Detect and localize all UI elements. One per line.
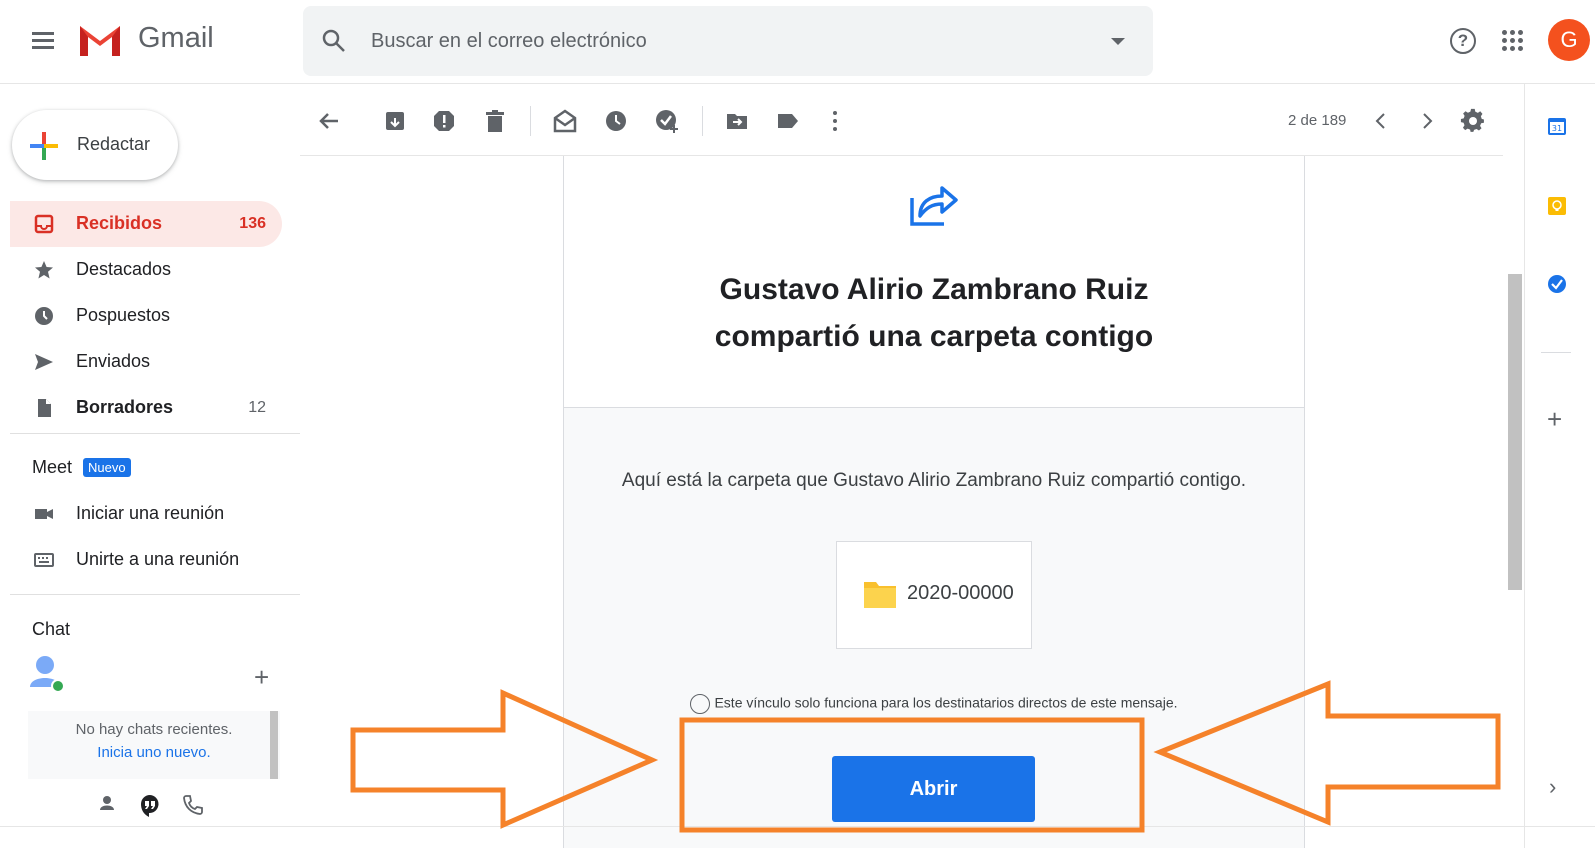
compose-label: Redactar bbox=[77, 134, 151, 154]
report-spam-icon[interactable] bbox=[431, 108, 457, 134]
note-text: Este vínculo solo funciona para los dest… bbox=[714, 694, 1178, 711]
search-icon[interactable] bbox=[321, 28, 347, 54]
sidebar-item-drafts[interactable]: Borradores 12 bbox=[10, 385, 282, 431]
mark-unread-icon[interactable] bbox=[552, 108, 578, 134]
chat-scrollbar[interactable] bbox=[270, 711, 278, 779]
link-restriction-note: Este vínculo solo funciona para los dest… bbox=[564, 694, 1304, 714]
keep-bulb-icon[interactable] bbox=[1547, 196, 1567, 216]
compose-button[interactable]: Redactar bbox=[12, 110, 178, 180]
sidebar-item-snoozed[interactable]: Pospuestos bbox=[10, 293, 282, 339]
inbox-unread-count: 136 bbox=[239, 215, 266, 232]
sidebar-item-label: Pospuestos bbox=[76, 305, 171, 325]
meet-start-label: Iniciar una reunión bbox=[76, 503, 225, 523]
label-icon[interactable] bbox=[775, 108, 801, 134]
bottom-divider bbox=[0, 826, 1595, 827]
addons-divider bbox=[1541, 352, 1571, 353]
top-bar: Gmail Buscar en el correo electrónico ? … bbox=[0, 0, 1595, 84]
search-bar[interactable]: Buscar en el correo electrónico bbox=[303, 6, 1153, 76]
drafts-count: 12 bbox=[248, 399, 266, 416]
send-icon bbox=[35, 354, 53, 370]
chat-tabs bbox=[92, 790, 212, 824]
help-icon[interactable]: ? bbox=[1450, 28, 1476, 54]
add-to-tasks-icon[interactable] bbox=[654, 108, 680, 134]
account-avatar[interactable]: G bbox=[1548, 19, 1590, 61]
sidebar-item-starred[interactable]: Destacados bbox=[10, 247, 282, 293]
main-menu-icon[interactable] bbox=[30, 28, 56, 54]
meet-start-meeting[interactable]: Iniciar una reunión bbox=[10, 491, 282, 537]
video-camera-icon bbox=[35, 509, 53, 519]
draft-file-icon bbox=[38, 399, 51, 417]
chat-start-new-link[interactable]: Inicia uno nuevo. bbox=[28, 744, 280, 761]
chat-empty-text: No hay chats recientes. bbox=[75, 721, 233, 738]
search-options-chevron-down-icon[interactable] bbox=[1111, 38, 1125, 45]
move-to-icon[interactable] bbox=[724, 108, 750, 134]
back-arrow-icon[interactable] bbox=[316, 108, 342, 134]
share-folder-icon bbox=[910, 186, 958, 226]
people-group-icon bbox=[690, 694, 711, 714]
sidebar-item-label: Recibidos bbox=[76, 213, 163, 233]
sidebar-divider bbox=[10, 594, 300, 595]
compose-plus-icon bbox=[30, 132, 58, 160]
sidebar-item-label: Enviados bbox=[76, 351, 151, 371]
toolbar-divider bbox=[702, 106, 703, 136]
headline-line2: compartió una carpeta contigo bbox=[714, 320, 1154, 353]
phone-icon[interactable] bbox=[178, 790, 208, 820]
chat-add-button[interactable]: + bbox=[254, 662, 269, 693]
inbox-icon bbox=[34, 214, 54, 234]
email-headline: Gustavo Alirio Zambrano Ruiz compartió u… bbox=[564, 266, 1304, 360]
addons-panel: 31 + › bbox=[1524, 84, 1595, 848]
clock-icon bbox=[35, 307, 53, 325]
keyboard-icon bbox=[34, 553, 54, 567]
gmail-window: Gmail Buscar en el correo electrónico ? … bbox=[0, 0, 1595, 848]
sidebar-item-sent[interactable]: Enviados bbox=[10, 339, 282, 385]
message-toolbar: 2 de 189 bbox=[300, 94, 1503, 156]
chat-section-title: Chat bbox=[32, 619, 71, 639]
meet-join-meeting[interactable]: Unirte a una reunión bbox=[10, 537, 282, 583]
older-chevron-right-icon[interactable] bbox=[1414, 108, 1440, 134]
sidebar-item-label: Borradores bbox=[76, 397, 174, 417]
chat-user-avatar[interactable] bbox=[30, 655, 64, 693]
meet-join-label: Unirte a una reunión bbox=[76, 549, 240, 569]
email-body-text: Aquí está la carpeta que Gustavo Alirio … bbox=[621, 470, 1247, 491]
open-button[interactable]: Abrir bbox=[832, 756, 1035, 822]
star-icon bbox=[35, 261, 53, 279]
gmail-logo[interactable] bbox=[76, 18, 124, 60]
contacts-person-icon[interactable] bbox=[92, 790, 122, 820]
folder-name: 2020-00000 bbox=[907, 582, 1014, 604]
sidebar-divider bbox=[10, 433, 300, 434]
sidebar-item-label: Destacados bbox=[76, 259, 172, 279]
more-options-icon[interactable] bbox=[822, 108, 848, 134]
calendar-icon[interactable]: 31 bbox=[1547, 116, 1567, 136]
folder-icon bbox=[864, 582, 896, 608]
pagination-text: 2 de 189 bbox=[1288, 112, 1347, 129]
sidebar-item-inbox[interactable]: Recibidos 136 bbox=[10, 201, 282, 247]
search-input[interactable]: Buscar en el correo electrónico bbox=[371, 30, 647, 53]
newer-chevron-left-icon[interactable] bbox=[1368, 108, 1394, 134]
settings-gear-icon[interactable] bbox=[1460, 108, 1486, 134]
tasks-check-icon[interactable] bbox=[1547, 274, 1567, 294]
expand-side-panel-button[interactable]: › bbox=[1549, 774, 1556, 800]
message-scrollbar[interactable] bbox=[1508, 274, 1522, 590]
gmail-brand: Gmail bbox=[138, 22, 214, 54]
new-badge: Nuevo bbox=[83, 458, 131, 477]
svg-text:31: 31 bbox=[1552, 124, 1562, 133]
apps-grid-icon[interactable] bbox=[1502, 30, 1524, 52]
email-body: Gustavo Alirio Zambrano Ruiz compartió u… bbox=[563, 156, 1305, 848]
toolbar-divider bbox=[530, 106, 531, 136]
chat-empty-panel: No hay chats recientes. Inicia uno nuevo… bbox=[28, 711, 280, 779]
shared-folder-card[interactable]: 2020-00000 bbox=[836, 541, 1032, 649]
archive-icon[interactable] bbox=[382, 108, 408, 134]
hangouts-quote-icon[interactable] bbox=[135, 790, 165, 820]
delete-trash-icon[interactable] bbox=[482, 108, 508, 134]
snooze-clock-icon[interactable] bbox=[603, 108, 629, 134]
get-addons-button[interactable]: + bbox=[1547, 404, 1562, 435]
meet-section-title: Meet bbox=[32, 457, 73, 477]
headline-line1: Gustavo Alirio Zambrano Ruiz bbox=[719, 273, 1149, 306]
